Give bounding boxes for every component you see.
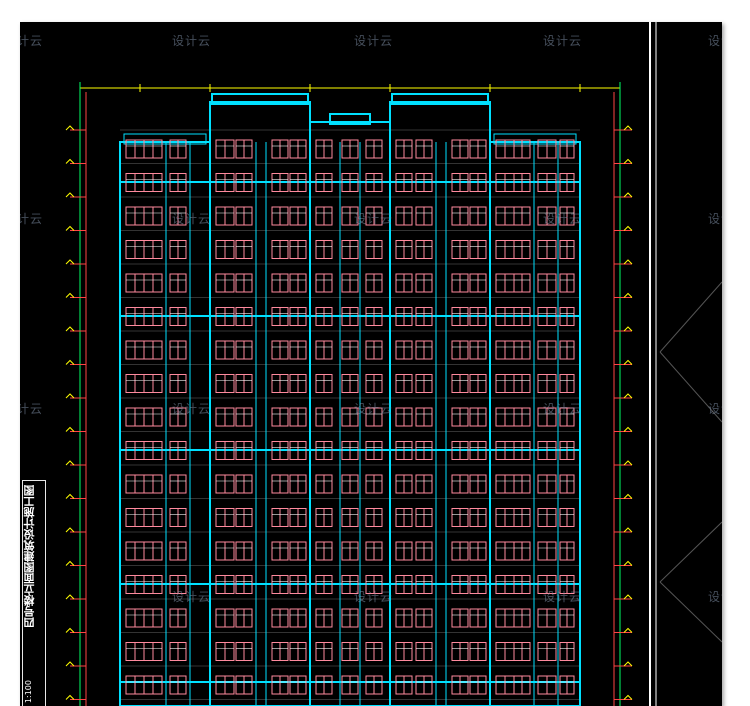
construction-line bbox=[659, 281, 722, 353]
level-symbol bbox=[623, 560, 633, 566]
level-symbol bbox=[65, 460, 75, 466]
cad-drawing-sheet: 设计云 设计云 设计云 设计云 设计云 设计云 设计云 设计云 设计云 设计云 … bbox=[20, 22, 722, 706]
watermark: 设计云 bbox=[708, 590, 722, 604]
watermark: 设计云 bbox=[20, 34, 44, 48]
level-symbol bbox=[65, 326, 75, 332]
level-symbol bbox=[65, 627, 75, 633]
watermark: 设计云 bbox=[543, 34, 583, 48]
level-symbol bbox=[623, 326, 633, 332]
level-symbol bbox=[65, 225, 75, 231]
level-symbol bbox=[623, 627, 633, 633]
level-symbol bbox=[623, 661, 633, 667]
drawing-title: 四号楼立面图建筑设计施工图 bbox=[23, 485, 36, 628]
right-tower-outline bbox=[389, 101, 491, 706]
level-symbol bbox=[65, 158, 75, 164]
level-symbol bbox=[65, 125, 75, 131]
watermark: 设计云 bbox=[543, 212, 583, 226]
watermark: 设计云 bbox=[708, 212, 722, 226]
level-symbol bbox=[623, 158, 633, 164]
watermark: 设计云 bbox=[354, 212, 394, 226]
level-symbol bbox=[65, 661, 75, 667]
watermark: 设计云 bbox=[543, 590, 583, 604]
level-symbol bbox=[65, 359, 75, 365]
watermark: 设计云 bbox=[172, 402, 212, 416]
level-symbol bbox=[623, 460, 633, 466]
level-symbol bbox=[623, 225, 633, 231]
level-symbol bbox=[65, 259, 75, 265]
level-symbol bbox=[65, 426, 75, 432]
level-symbol bbox=[623, 493, 633, 499]
watermark: 设计云 bbox=[20, 212, 44, 226]
construction-line bbox=[659, 521, 722, 583]
watermark: 设计云 bbox=[172, 34, 212, 48]
level-symbol bbox=[623, 292, 633, 298]
level-symbol bbox=[65, 594, 75, 600]
level-symbol bbox=[65, 192, 75, 198]
level-symbol bbox=[623, 393, 633, 399]
watermark: 设计云 bbox=[354, 590, 394, 604]
level-symbol bbox=[623, 359, 633, 365]
drawing-scale: 1:100 bbox=[24, 679, 33, 703]
level-symbol bbox=[623, 527, 633, 533]
watermark: 设计云 bbox=[172, 590, 212, 604]
level-symbol bbox=[623, 426, 633, 432]
watermark: 设计云 bbox=[354, 34, 394, 48]
level-symbol bbox=[65, 393, 75, 399]
watermark: 设计云 bbox=[20, 402, 44, 416]
watermark: 设计云 bbox=[354, 402, 394, 416]
screenshot-frame: 设计云 设计云 设计云 设计云 设计云 设计云 设计云 设计云 设计云 设计云 … bbox=[0, 0, 750, 706]
level-symbol bbox=[623, 192, 633, 198]
title-block: 四号楼立面图建筑设计施工图 1:100 bbox=[22, 480, 46, 706]
watermark: 设计云 bbox=[543, 402, 583, 416]
watermark: 设计云 bbox=[708, 402, 722, 416]
level-symbol bbox=[623, 259, 633, 265]
level-symbol bbox=[65, 292, 75, 298]
watermark: 设计云 bbox=[172, 212, 212, 226]
level-symbol bbox=[65, 560, 75, 566]
level-symbol bbox=[65, 493, 75, 499]
level-symbol bbox=[623, 694, 633, 700]
level-symbol bbox=[623, 594, 633, 600]
watermark: 设计云 bbox=[708, 34, 722, 48]
level-symbol bbox=[65, 694, 75, 700]
level-symbol bbox=[65, 527, 75, 533]
level-symbol bbox=[623, 125, 633, 131]
